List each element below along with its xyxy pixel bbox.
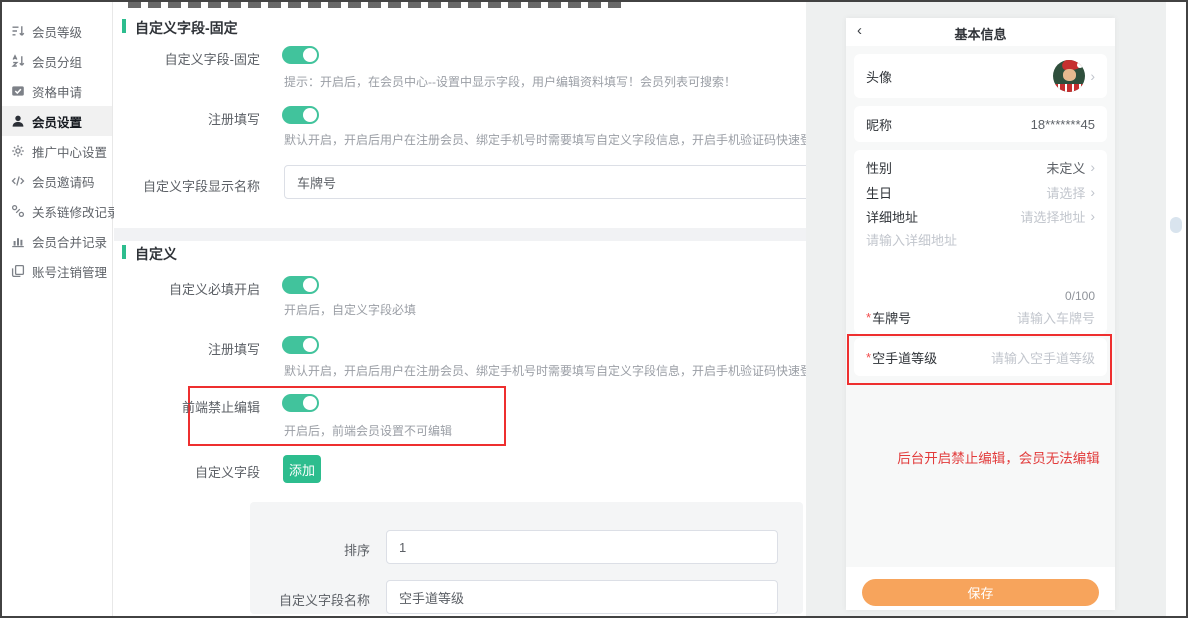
section-divider [114, 228, 806, 241]
avatar-label: 头像 [866, 67, 892, 86]
address-value: 请选择地址 [1020, 207, 1085, 226]
sort-label: 排序 [270, 540, 370, 559]
annotation-text: 后台开启禁止编辑，会员无法编辑 [846, 447, 1115, 467]
register-fill-toggle[interactable] [282, 106, 319, 124]
section-title-fixed: 自定义字段-固定 [135, 18, 238, 38]
required-toggle-label: 自定义必填开启 [114, 279, 260, 298]
chevron-right-icon[interactable]: › [1090, 68, 1095, 84]
checkbox-icon [11, 84, 25, 98]
display-name-label: 自定义字段显示名称 [114, 176, 260, 195]
sort-alpha-icon [11, 54, 25, 68]
plate-card: * 车牌号 请输入车牌号 [854, 300, 1107, 334]
chevron-right-icon[interactable]: › [1090, 159, 1095, 175]
sort-numeric-icon [11, 24, 25, 38]
link-icon [11, 204, 25, 218]
sidebar-item-label: 账号注销管理 [32, 262, 107, 281]
required-mark: * [866, 350, 871, 365]
scrollbar-thumb[interactable] [1170, 217, 1182, 233]
avatar[interactable] [1053, 60, 1085, 92]
user-icon [11, 114, 25, 128]
sidebar-item-label: 会员设置 [32, 112, 82, 131]
birthday-label: 生日 [866, 183, 892, 202]
sidebar-item-label: 会员邀请码 [32, 172, 95, 191]
karate-card: * 空手道等级 请输入空手道等级 [854, 338, 1107, 376]
sidebar-item-invite-code[interactable]: 会员邀请码 [2, 166, 112, 196]
sidebar-item-label: 会员等级 [32, 22, 82, 41]
birthday-value: 请选择 [1046, 183, 1085, 202]
preview-title: 基本信息 [846, 24, 1115, 43]
sidebar-item-member-level[interactable]: 会员等级 [2, 16, 112, 46]
preview-header: ‹ 基本信息 [846, 18, 1115, 46]
clipped-top-text [128, 2, 624, 8]
fixed-field-hint: 提示：开启后，在会员中心--设置中显示字段，用户编辑资料填写！会员列表可搜索！ [284, 73, 736, 90]
avatar-card: 头像 › [854, 54, 1107, 98]
settings-panel: 自定义字段-固定 自定义字段-固定 提示：开启后，在会员中心--设置中显示字段，… [114, 2, 806, 616]
gender-value: 未定义 [1046, 158, 1085, 177]
sort-input[interactable] [386, 530, 778, 564]
preview-region: ‹ 基本信息 头像 › 昵称 18*******45 [806, 2, 1168, 616]
display-name-input[interactable] [284, 165, 806, 199]
plate-input[interactable]: 请输入车牌号 [1017, 308, 1095, 327]
gender-label: 性别 [866, 158, 892, 177]
sidebar-item-merge-records[interactable]: 会员合并记录 [2, 226, 112, 256]
profile-card: 性别 未定义 › 生日 请选择 › 详细地址 请选择地址 › 请输入详细地址 [854, 150, 1107, 312]
register-fill2-label: 注册填写 [114, 339, 260, 358]
fixed-field-toggle-label: 自定义字段-固定 [114, 49, 260, 68]
bar-chart-icon [11, 234, 25, 248]
sidebar-item-label: 关系链修改记录 [32, 202, 120, 221]
save-bar: 保存 [846, 567, 1115, 610]
front-disable-toggle[interactable] [282, 394, 319, 412]
sidebar-item-member-group[interactable]: 会员分组 [2, 46, 112, 76]
sidebar-item-label: 会员分组 [32, 52, 82, 71]
sidebar-item-account-cancel[interactable]: 账号注销管理 [2, 256, 112, 286]
register-fill-label: 注册填写 [114, 109, 260, 128]
fixed-field-toggle[interactable] [282, 46, 319, 64]
sidebar: 会员等级 会员分组 资格申请 会员设置 推广中心设置 会员邀请码 关系链修改记录 [2, 2, 113, 616]
sidebar-item-relation-log[interactable]: 关系链修改记录 [2, 196, 112, 226]
section-title-custom: 自定义 [135, 244, 177, 264]
karate-input[interactable]: 请输入空手道等级 [991, 348, 1095, 367]
address-label: 详细地址 [866, 207, 918, 226]
nickname-label: 昵称 [866, 115, 892, 134]
code-icon [11, 174, 25, 188]
field-name-input[interactable] [386, 580, 778, 614]
sidebar-item-qualification[interactable]: 资格申请 [2, 76, 112, 106]
sidebar-item-promotion-settings[interactable]: 推广中心设置 [2, 136, 112, 166]
sidebar-item-label: 资格申请 [32, 82, 82, 101]
address-textarea[interactable]: 请输入详细地址 [866, 230, 957, 249]
custom-field-label: 自定义字段 [114, 462, 260, 481]
required-toggle[interactable] [282, 276, 319, 294]
gear-icon [11, 144, 25, 158]
add-field-button[interactable]: 添加 [283, 455, 321, 483]
member-settings-page: 会员等级 会员分组 资格申请 会员设置 推广中心设置 会员邀请码 关系链修改记录 [0, 0, 1188, 618]
register-fill-hint: 默认开启，开启后用户在注册会员、绑定手机号时需要填写自定义字段信息，开启手机验证… [284, 131, 806, 148]
register-fill2-hint: 默认开启，开启后用户在注册会员、绑定手机号时需要填写自定义字段信息，开启手机验证… [284, 362, 806, 379]
chevron-right-icon[interactable]: › [1090, 184, 1095, 200]
custom-field-form-card: 排序 自定义字段名称 [250, 502, 803, 614]
page-scrollbar[interactable] [1166, 2, 1186, 616]
plate-label: 车牌号 [872, 308, 911, 327]
save-button[interactable]: 保存 [862, 579, 1099, 606]
nickname-value: 18*******45 [1031, 117, 1095, 132]
sidebar-item-label: 推广中心设置 [32, 142, 107, 161]
sidebar-item-member-settings[interactable]: 会员设置 [2, 106, 112, 136]
front-disable-hint: 开启后，前端会员设置不可编辑 [284, 422, 452, 439]
chevron-right-icon[interactable]: › [1090, 208, 1095, 224]
sidebar-item-label: 会员合并记录 [32, 232, 107, 251]
required-hint: 开启后，自定义字段必填 [284, 301, 416, 318]
file-copy-icon [11, 264, 25, 278]
karate-label: 空手道等级 [872, 348, 937, 367]
phone-preview: ‹ 基本信息 头像 › 昵称 18*******45 [846, 18, 1115, 610]
field-name-label: 自定义字段名称 [270, 590, 370, 609]
nickname-card: 昵称 18*******45 [854, 106, 1107, 142]
register-fill2-toggle[interactable] [282, 336, 319, 354]
required-mark: * [866, 310, 871, 325]
front-disable-label: 前端禁止编辑 [114, 397, 260, 416]
